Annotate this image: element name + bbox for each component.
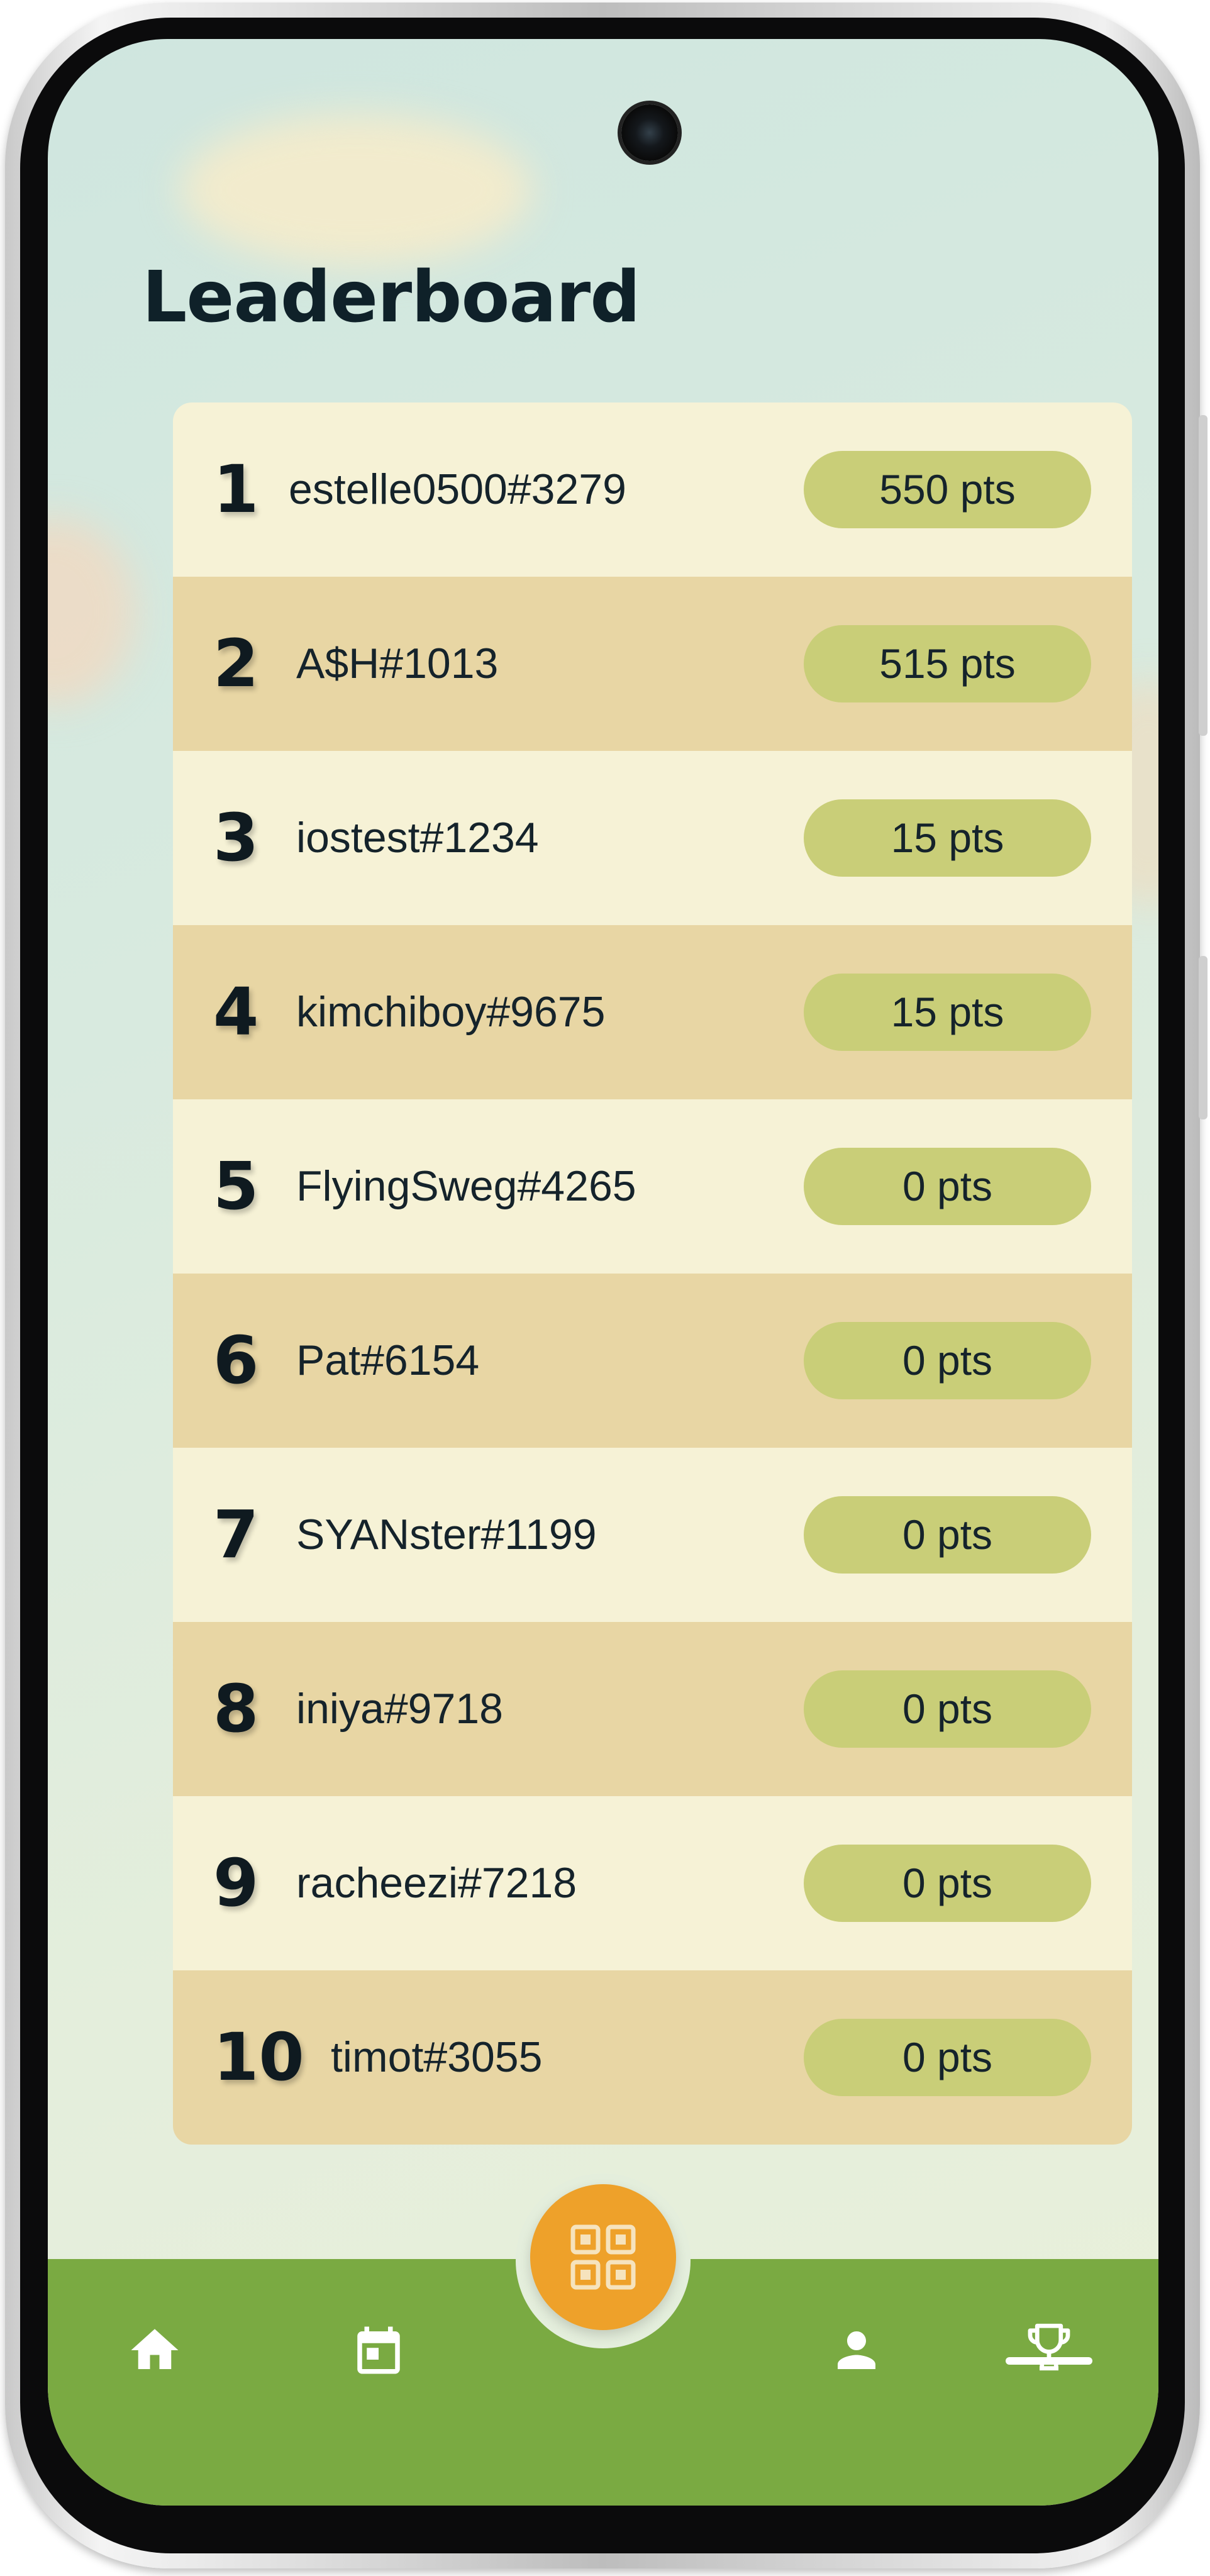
home-icon bbox=[131, 2329, 179, 2369]
username: SYANster#1199 bbox=[296, 1511, 597, 1558]
rank-number: 7 bbox=[213, 1496, 259, 1573]
username: Pat#6154 bbox=[296, 1336, 480, 1384]
profile-nav-button[interactable] bbox=[828, 2322, 885, 2379]
home-nav-button[interactable] bbox=[126, 2322, 183, 2379]
trophy-icon bbox=[1028, 2323, 1070, 2371]
points-badge: 550 pts bbox=[804, 451, 1091, 528]
rank-number: 4 bbox=[213, 974, 259, 1050]
rank-number: 9 bbox=[213, 1845, 259, 1921]
leaderboard-row[interactable]: 10 timot#3055 0 pts bbox=[173, 1970, 1132, 2145]
scan-qr-button[interactable] bbox=[530, 2184, 676, 2330]
page-title: Leaderboard bbox=[142, 257, 640, 338]
leaderboard-row[interactable]: 7 SYANster#1199 0 pts bbox=[173, 1448, 1132, 1622]
calendar-icon bbox=[357, 2326, 400, 2374]
leaderboard-row[interactable]: 1 estelle0500#3279 550 pts bbox=[173, 402, 1132, 577]
background-cloud bbox=[180, 114, 532, 265]
background-cloud bbox=[48, 517, 136, 706]
rank-number: 5 bbox=[213, 1148, 259, 1224]
username: A$H#1013 bbox=[296, 640, 499, 687]
app-screen: Leaderboard 1 estelle0500#3279 550 pts 2… bbox=[48, 39, 1158, 2506]
username: racheezi#7218 bbox=[296, 1859, 577, 1907]
person-icon bbox=[838, 2331, 875, 2369]
rank-number: 3 bbox=[213, 799, 259, 876]
leaderboard-row[interactable]: 5 FlyingSweg#4265 0 pts bbox=[173, 1099, 1132, 1274]
points-badge: 0 pts bbox=[804, 1148, 1091, 1225]
rank-number: 8 bbox=[213, 1670, 259, 1747]
leaderboard-row[interactable]: 2 A$H#1013 515 pts bbox=[173, 577, 1132, 751]
leaderboard-row[interactable]: 9 racheezi#7218 0 pts bbox=[173, 1796, 1132, 1970]
rank-number: 1 bbox=[213, 451, 259, 528]
username: iniya#9718 bbox=[296, 1685, 503, 1733]
leaderboard-nav-button[interactable] bbox=[1021, 2319, 1077, 2375]
username: estelle0500#3279 bbox=[289, 465, 626, 513]
points-badge: 15 pts bbox=[804, 974, 1091, 1051]
points-badge: 15 pts bbox=[804, 799, 1091, 877]
side-button bbox=[1199, 956, 1207, 1119]
leaderboard-list: 1 estelle0500#3279 550 pts 2 A$H#1013 51… bbox=[173, 402, 1132, 2145]
username: iostest#1234 bbox=[296, 814, 539, 862]
points-badge: 0 pts bbox=[804, 1845, 1091, 1922]
calendar-nav-button[interactable] bbox=[350, 2322, 407, 2379]
front-camera bbox=[621, 104, 678, 161]
leaderboard-row[interactable]: 6 Pat#6154 0 pts bbox=[173, 1274, 1132, 1448]
leaderboard-row[interactable]: 8 iniya#9718 0 pts bbox=[173, 1622, 1132, 1796]
points-badge: 0 pts bbox=[804, 1322, 1091, 1399]
username: timot#3055 bbox=[331, 2033, 543, 2081]
points-badge: 515 pts bbox=[804, 625, 1091, 702]
leaderboard-row[interactable]: 4 kimchiboy#9675 15 pts bbox=[173, 925, 1132, 1099]
rank-number: 2 bbox=[213, 625, 259, 702]
username: kimchiboy#9675 bbox=[296, 988, 606, 1036]
active-tab-indicator bbox=[1006, 2357, 1092, 2365]
username: FlyingSweg#4265 bbox=[296, 1162, 636, 1210]
qr-code-icon bbox=[570, 2224, 636, 2290]
leaderboard-row[interactable]: 3 iostest#1234 15 pts bbox=[173, 751, 1132, 925]
points-badge: 0 pts bbox=[804, 1496, 1091, 1574]
side-button bbox=[1199, 415, 1207, 736]
points-badge: 0 pts bbox=[804, 2019, 1091, 2096]
rank-number: 10 bbox=[213, 2019, 304, 2096]
rank-number: 6 bbox=[213, 1322, 259, 1399]
points-badge: 0 pts bbox=[804, 1670, 1091, 1748]
